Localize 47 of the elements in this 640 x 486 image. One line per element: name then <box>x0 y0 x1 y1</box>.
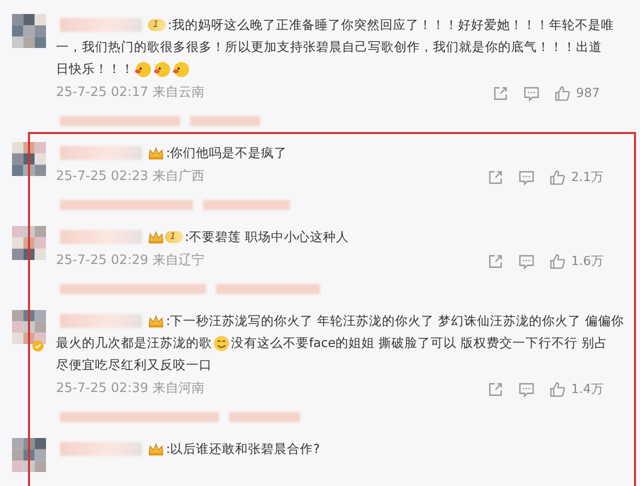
like-count: 2.1万 <box>571 168 604 186</box>
comment-text: :我的妈呀这么晚了正准备睡了你突然回应了！！！好好爱她！！！年轮不是唯 <box>168 16 614 34</box>
like-count: 987 <box>576 84 601 102</box>
comment-text: :下一秒汪苏泷写的你火了 年轮汪苏泷的你火了 梦幻诛仙汪苏泷的你火了 偏偏你 <box>166 312 624 330</box>
level-badge: 1 <box>148 19 166 31</box>
comment-text: 最火的几次都是汪苏泷的歌 <box>56 334 212 352</box>
comment-text: 没有这么不要face的姐姐 撕破脸了可以 版权费交一下行不行 别占 <box>231 334 608 352</box>
crown-icon <box>148 314 164 328</box>
comment-time: 25-7-25 02:23 来自广西 <box>56 168 204 186</box>
crown-icon <box>148 230 164 244</box>
share-icon[interactable] <box>492 84 509 102</box>
comment-icon[interactable] <box>518 168 536 186</box>
like-icon[interactable] <box>549 168 566 186</box>
share-icon[interactable] <box>487 380 504 398</box>
level-badge: 1 <box>165 231 183 243</box>
comment-icon[interactable] <box>518 380 536 398</box>
comment-time: 25-7-25 02:29 来自辽宁 <box>56 252 204 270</box>
like-count: 1.4万 <box>571 380 604 398</box>
share-icon[interactable] <box>487 168 504 186</box>
blurred-reply <box>229 412 300 422</box>
avatar[interactable] <box>12 142 46 176</box>
like-icon[interactable] <box>549 380 566 398</box>
avatar[interactable] <box>12 14 46 48</box>
like-icon[interactable] <box>554 84 571 102</box>
comment-icon[interactable] <box>523 84 540 102</box>
comment-icon[interactable] <box>518 252 536 270</box>
comment-text: 日快乐！！！ <box>56 60 134 78</box>
comment-text: 一，我们热门的歌很多很多！所以更加支持张碧晨自己写歌创作，我们就是你的底气！！！出道 <box>56 38 602 56</box>
comment-text: :不要碧莲 职场中小心这种人 <box>184 228 349 246</box>
crown-icon <box>148 442 164 456</box>
like-count: 1.6万 <box>571 252 604 270</box>
duck-emoji-icon <box>154 60 171 78</box>
comment-time: 25-7-25 02:39 来自河南 <box>56 380 204 398</box>
comment-time: 25-7-25 02:17 来自云南 <box>56 84 204 102</box>
avatar[interactable] <box>12 438 46 472</box>
duck-emoji-icon <box>135 60 152 78</box>
crown-icon <box>148 146 164 160</box>
comment-text: 尽便宜吃尽红利又反咬一口 <box>56 356 212 374</box>
comment-text: :以后谁还敢和张碧晨合作? <box>166 440 320 458</box>
avatar[interactable] <box>12 310 46 344</box>
share-icon[interactable] <box>487 252 504 270</box>
comment-text: :你们他吗是不是疯了 <box>166 144 288 162</box>
like-icon[interactable] <box>549 252 566 270</box>
duck-emoji-icon <box>173 60 190 78</box>
smile-emoji-icon <box>213 334 230 352</box>
blurred-reply <box>190 116 260 126</box>
avatar[interactable] <box>12 226 46 260</box>
